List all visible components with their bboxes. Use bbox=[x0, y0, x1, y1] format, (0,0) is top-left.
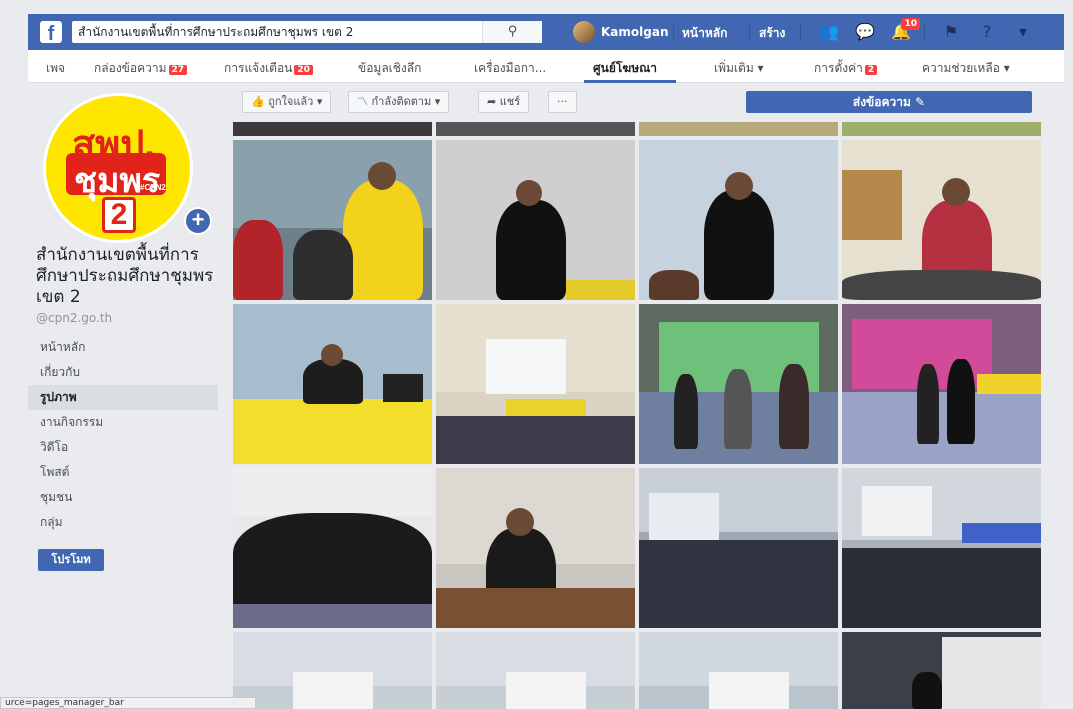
photo-thumbnail[interactable] bbox=[842, 304, 1041, 464]
messenger-icon[interactable]: 💬 bbox=[854, 22, 876, 42]
following-button[interactable]: 〽 กำลังติดตาม ▾ bbox=[348, 91, 450, 113]
user-name: Kamolgan bbox=[601, 25, 669, 39]
page-username[interactable]: @cpn2.go.th bbox=[36, 311, 112, 325]
thumbs-up-icon: 👍 bbox=[251, 95, 265, 108]
tab-settings[interactable]: การตั้งค่า 2 bbox=[814, 59, 878, 78]
page-profile-picture[interactable]: สพป. ชุมพร #CPN2 2 + bbox=[38, 91, 214, 251]
liked-button[interactable]: 👍 ถูกใจแล้ว ▾ bbox=[242, 91, 332, 113]
share-button[interactable]: ➦ แชร์ bbox=[478, 91, 530, 113]
tab-insights[interactable]: ข้อมูลเชิงลึก bbox=[358, 59, 421, 78]
tab-notifications[interactable]: การแจ้งเตือน 20 bbox=[224, 59, 313, 78]
tab-inbox[interactable]: กล่องข้อความ 27 bbox=[94, 59, 188, 78]
rss-icon: 〽 bbox=[357, 95, 368, 108]
settings-count-badge: 2 bbox=[864, 65, 878, 75]
photo-thumbnail[interactable] bbox=[436, 632, 635, 709]
quick-help-icon[interactable]: ⚑ bbox=[940, 22, 962, 42]
sidebar-item-groups[interactable]: กลุ่ม bbox=[28, 510, 218, 535]
tab-more[interactable]: เพิ่มเติม ▾ bbox=[714, 59, 764, 78]
sidebar-item-about[interactable]: เกี่ยวกับ bbox=[28, 360, 218, 385]
notifications-count-badge: 20 bbox=[294, 65, 313, 75]
photo-thumbnail[interactable] bbox=[639, 304, 838, 464]
photo-thumbnail[interactable] bbox=[639, 468, 838, 628]
search-icon[interactable]: ⚲ bbox=[482, 21, 542, 43]
photo-thumbnail[interactable] bbox=[436, 304, 635, 464]
page-section-menu: หน้าหลัก เกี่ยวกับ รูปภาพ งานกิจกรรม วิด… bbox=[28, 335, 218, 535]
avatar bbox=[573, 21, 595, 43]
photo-thumbnail[interactable] bbox=[436, 140, 635, 300]
profile-link[interactable]: Kamolgan bbox=[573, 20, 669, 44]
active-tab-indicator bbox=[584, 80, 676, 83]
photo-thumbnail[interactable] bbox=[233, 632, 432, 709]
photo-thumbnail[interactable] bbox=[436, 122, 635, 136]
home-link[interactable]: หน้าหลัก bbox=[682, 24, 727, 43]
tab-publishing-tools[interactable]: เครื่องมือกา... bbox=[474, 59, 546, 78]
notifications-icon[interactable]: 🔔 10 bbox=[890, 18, 920, 42]
account-menu-chevron-icon[interactable]: ▾ bbox=[1012, 22, 1034, 42]
divider bbox=[673, 24, 674, 40]
photo-thumbnail[interactable] bbox=[639, 140, 838, 300]
page-management-nav: เพจ กล่องข้อความ 27 การแจ้งเตือน 20 ข้อมูล… bbox=[28, 50, 1064, 83]
page-title[interactable]: สำนักงานเขตพื้นที่การศึกษาประถมศึกษาชุมพ… bbox=[36, 245, 222, 308]
divider bbox=[800, 24, 801, 40]
photo-thumbnail[interactable] bbox=[233, 122, 432, 136]
divider bbox=[924, 24, 925, 40]
logo-number: 2 bbox=[102, 197, 136, 233]
photo-thumbnail[interactable] bbox=[639, 632, 838, 709]
photo-thumbnail[interactable] bbox=[233, 304, 432, 464]
tab-ad-center[interactable]: ศูนย์โฆษณา bbox=[593, 59, 657, 78]
more-options-button[interactable]: ··· bbox=[548, 91, 577, 113]
photo-thumbnail[interactable] bbox=[639, 122, 838, 136]
create-link[interactable]: สร้าง bbox=[759, 24, 785, 43]
inbox-count-badge: 27 bbox=[168, 65, 188, 75]
left-sidebar: สพป. ชุมพร #CPN2 2 + สำนักงานเขตพื้นที่ก… bbox=[28, 83, 224, 709]
notification-count-badge: 10 bbox=[901, 18, 920, 30]
tab-help[interactable]: ความช่วยเหลือ ▾ bbox=[922, 59, 1010, 78]
sidebar-item-events[interactable]: งานกิจกรรม bbox=[28, 410, 218, 435]
photo-thumbnail[interactable] bbox=[842, 468, 1041, 628]
send-message-button[interactable]: ส่งข้อความ ✎ bbox=[746, 91, 1032, 113]
sidebar-item-posts[interactable]: โพสต์ bbox=[28, 460, 218, 485]
photo-thumbnail[interactable] bbox=[842, 122, 1041, 136]
facebook-top-bar: f ⚲ Kamolgan หน้าหลัก สร้าง 👥 💬 🔔10 ⚑ ? … bbox=[28, 14, 1064, 50]
photo-thumbnail[interactable] bbox=[233, 140, 432, 300]
share-arrow-icon: ➦ bbox=[487, 95, 497, 108]
search-input[interactable] bbox=[72, 21, 472, 44]
logo-tag: #CPN2 bbox=[140, 183, 166, 192]
help-icon[interactable]: ? bbox=[976, 22, 998, 42]
promote-button[interactable]: โปรโมท bbox=[38, 549, 104, 571]
status-bar-url: urce=pages_manager_bar bbox=[0, 697, 256, 709]
browser-frame: f ⚲ Kamolgan หน้าหลัก สร้าง 👥 💬 🔔10 ⚑ ? … bbox=[0, 0, 1073, 709]
photo-thumbnail[interactable] bbox=[436, 468, 635, 628]
photo-thumbnail[interactable] bbox=[233, 468, 432, 628]
page-action-bar: 👍 ถูกใจแล้ว ▾ 〽 กำลังติดตาม ▾ ➦ แชร์ ···… bbox=[234, 88, 1044, 118]
photo-grid bbox=[233, 122, 1041, 709]
sidebar-item-photos[interactable]: รูปภาพ bbox=[28, 385, 218, 410]
facebook-logo-icon[interactable]: f bbox=[40, 21, 62, 45]
sidebar-item-videos[interactable]: วิดีโอ bbox=[28, 435, 218, 460]
divider bbox=[749, 24, 750, 40]
photo-thumbnail[interactable] bbox=[842, 140, 1041, 300]
friend-requests-icon[interactable]: 👥 bbox=[818, 22, 840, 42]
photo-thumbnail[interactable] bbox=[842, 632, 1041, 709]
sidebar-item-home[interactable]: หน้าหลัก bbox=[28, 335, 218, 360]
tab-page[interactable]: เพจ bbox=[46, 59, 65, 78]
update-picture-plus-icon[interactable]: + bbox=[184, 207, 212, 235]
search-box: ⚲ bbox=[72, 21, 542, 44]
sidebar-item-community[interactable]: ชุมชน bbox=[28, 485, 218, 510]
